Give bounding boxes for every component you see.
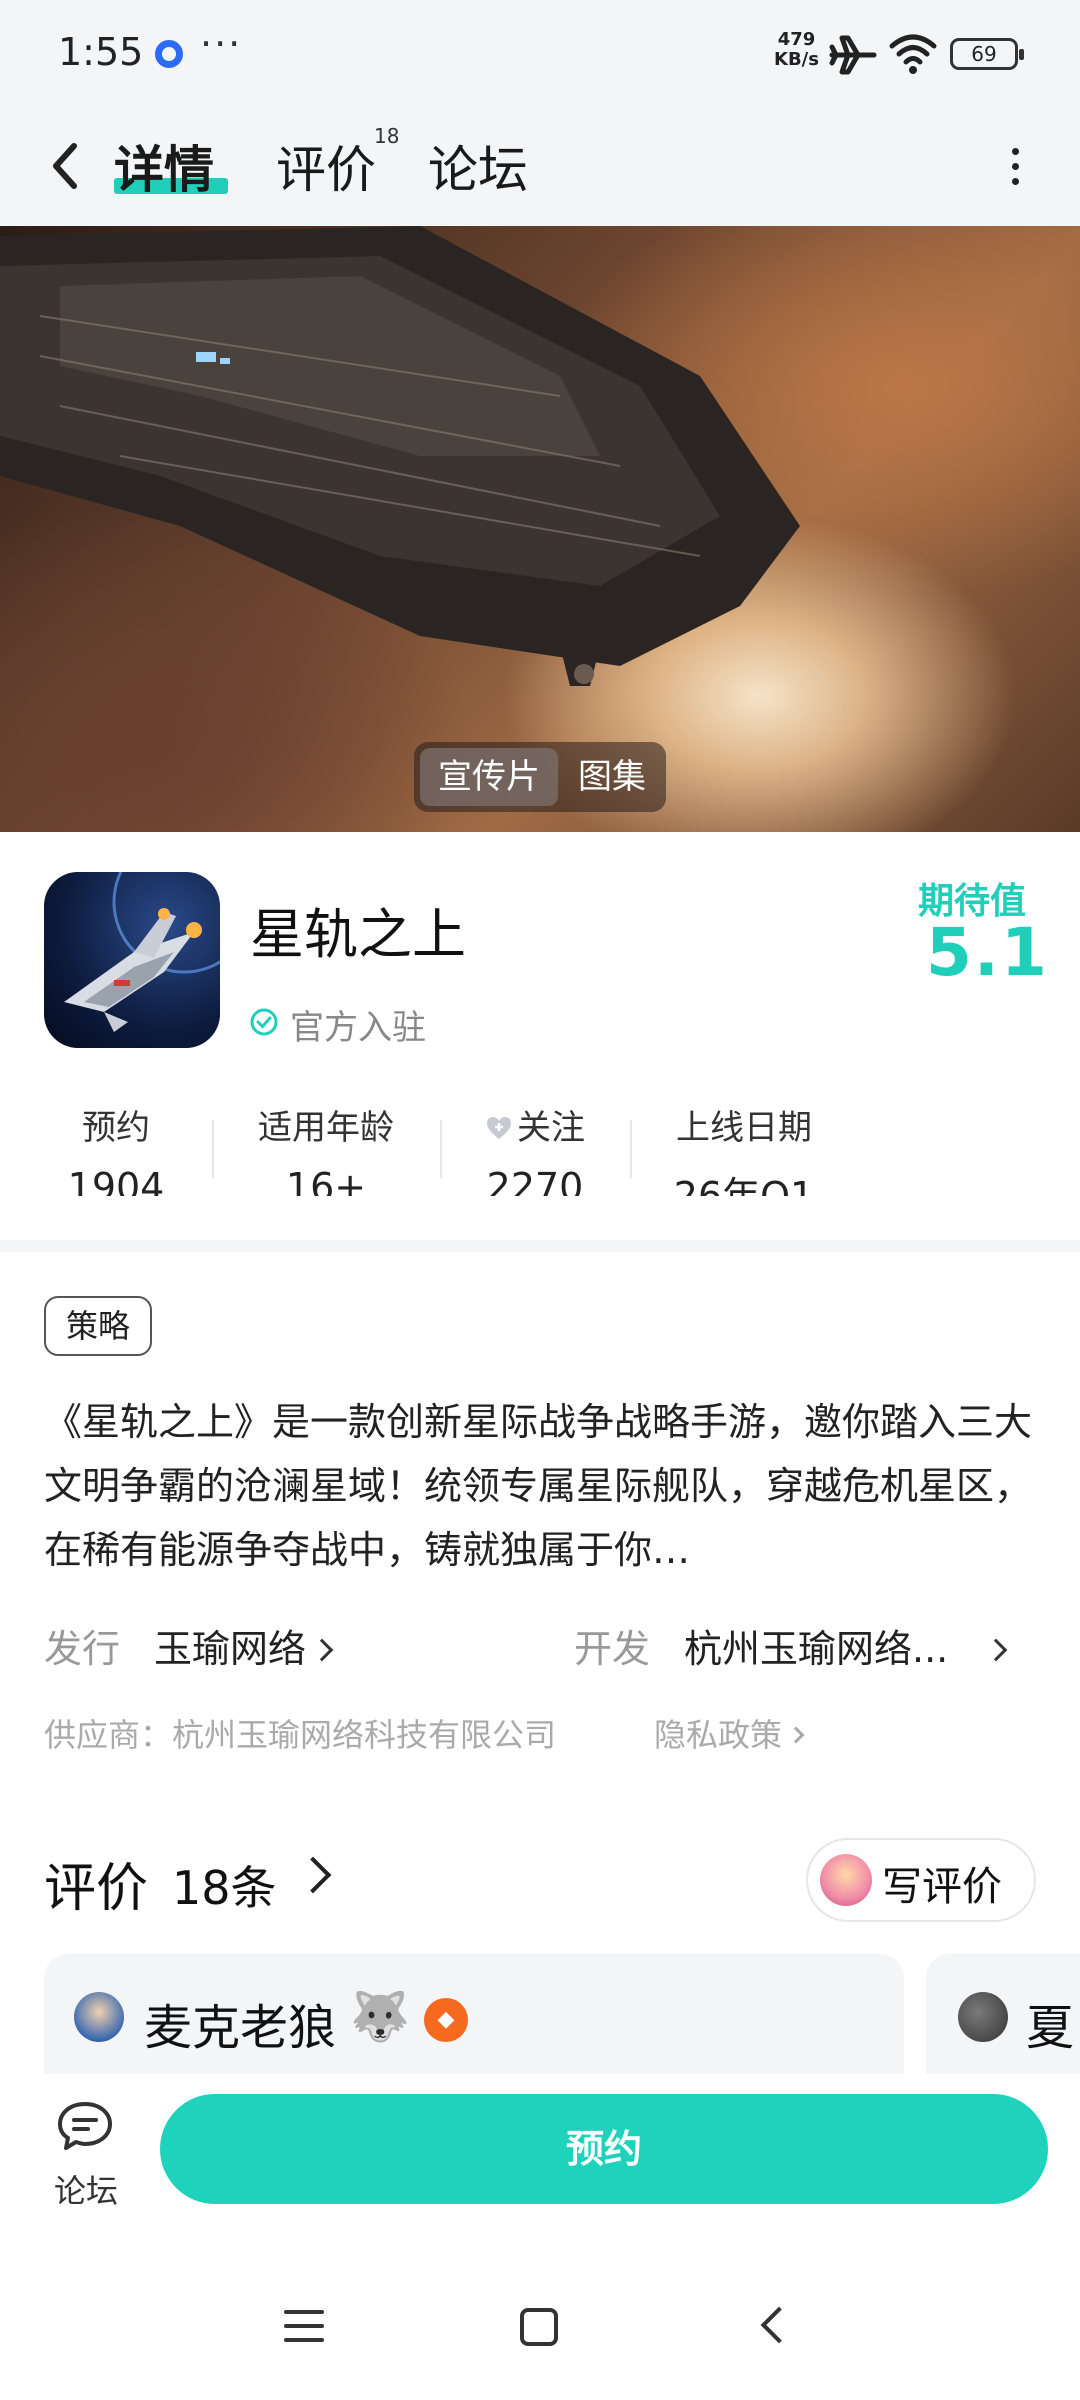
tab-forum[interactable]: 论坛 [428,130,528,202]
segment-video[interactable]: 宣传片 [420,748,558,806]
reviewer-avatar [958,1992,1008,2042]
reviewer-name: 夏 [1026,2000,1075,2056]
write-review-button[interactable]: 写评价 [806,1838,1036,1922]
stats-row: 预约 1904 适用年龄 16+ 关注 2270 上线日期 26年Q1 [0,1100,1080,1196]
promo-banner[interactable]: 宣传片 图集 [0,226,1080,832]
stat-label: 关注 [470,1100,600,1149]
menu-icon[interactable] [284,2310,324,2346]
stat-age-rating: 适用年龄 16+ [246,1100,406,1196]
tab-reviews[interactable]: 评价 [276,130,376,202]
stat-label: 预约 [82,1108,150,1148]
stat-label: 上线日期 [676,1108,812,1148]
stat-divider [630,1120,632,1178]
privacy-policy-link[interactable]: 隐私政策 [654,1710,805,1756]
status-more: ··· [200,22,243,66]
home-icon[interactable] [520,2308,558,2346]
publisher-label: 发行 [44,1627,121,1671]
app-name: 星轨之上 [250,903,466,966]
stat-label: 适用年龄 [258,1108,394,1148]
forum-chat-icon[interactable] [56,2100,114,2154]
chevron-right-icon[interactable] [294,1856,332,1894]
stat-divider [440,1120,442,1178]
segment-gallery[interactable]: 图集 [564,748,660,806]
battery-icon: 69 [950,38,1024,70]
supplier-text: 供应商：杭州玉瑜网络科技有限公司 [44,1716,557,1754]
developer-link[interactable]: 杭州玉瑜网络... [684,1618,1008,1673]
user-avatar [820,1854,872,1906]
stat-reservations: 预约 1904 [56,1100,176,1196]
developer-label: 开发 [574,1627,651,1671]
stat-divider [212,1120,214,1178]
back-arrow-icon[interactable] [38,134,98,198]
stat-value: 1904 [67,1165,165,1196]
back-icon[interactable] [760,2306,798,2344]
section-divider [0,1240,1080,1252]
net-speed-unit: KB/s [774,49,819,70]
game-description[interactable]: 《星轨之上》是一款创新星际战争战略手游，邀你踏入三大文明争霸的沧澜星域！统领专属… [44,1390,1040,1582]
tab-details[interactable]: 详情 [114,130,214,202]
target-icon [155,40,183,68]
forum-label[interactable]: 论坛 [54,2166,118,2212]
tab-reviews-badge: 18 [374,124,400,148]
reserve-button[interactable]: 预约 [160,2094,1048,2204]
genre-tag[interactable]: 策略 [44,1296,153,1356]
reviews-count[interactable]: 18条 [172,1852,277,1918]
net-speed-value: 479 [777,29,816,50]
chevron-right-icon [310,1638,334,1662]
review-card[interactable]: 夏 [926,1954,1080,2074]
airplane-icon [829,35,877,75]
system-nav-bar [0,2260,1080,2400]
net-speed: 479 KB/s [774,30,819,70]
publisher-row: 发行 玉瑜网络 开发 杭州玉瑜网络... [44,1618,1040,1671]
official-label: 官方入驻 [290,1008,426,1048]
write-review-label: 写评价 [882,1864,1002,1910]
game-badge-icon: ◆ [424,1998,468,2042]
wifi-icon [889,34,937,74]
review-card[interactable]: 麦克老狼 🐺 ◆ [44,1954,904,2074]
media-switch: 宣传片 图集 [414,742,666,812]
heart-plus-icon [487,1117,511,1139]
chevron-right-icon [787,1726,805,1744]
reviewer-avatar [74,1992,124,2042]
stat-followers[interactable]: 关注 2270 [470,1100,600,1196]
status-bar: 1:55 ··· 479 KB/s 69 [0,0,1080,110]
publisher-link[interactable]: 玉瑜网络 [154,1618,334,1673]
stat-value: 2270 [486,1165,584,1196]
bottom-action-bar: 论坛 预约 [0,2074,1080,2260]
expectation-score: 5.1 [926,914,1049,991]
reviewer-name: 麦克老狼 [144,2000,337,2056]
stat-value: 26年Q1 [673,1174,815,1196]
wolf-emoji-icon: 🐺 [350,1989,410,2045]
reviews-title[interactable]: 评价 [44,1846,148,1921]
chevron-right-icon [984,1638,1008,1662]
more-menu-icon[interactable] [1000,140,1030,200]
app-icon [44,872,220,1048]
top-nav: 详情 评价 18 论坛 [0,110,1080,226]
verified-check-icon [250,1008,278,1036]
status-time: 1:55 [58,30,144,74]
stat-value: 16+ [285,1165,367,1196]
stat-release-date: 上线日期 26年Q1 [664,1100,824,1196]
